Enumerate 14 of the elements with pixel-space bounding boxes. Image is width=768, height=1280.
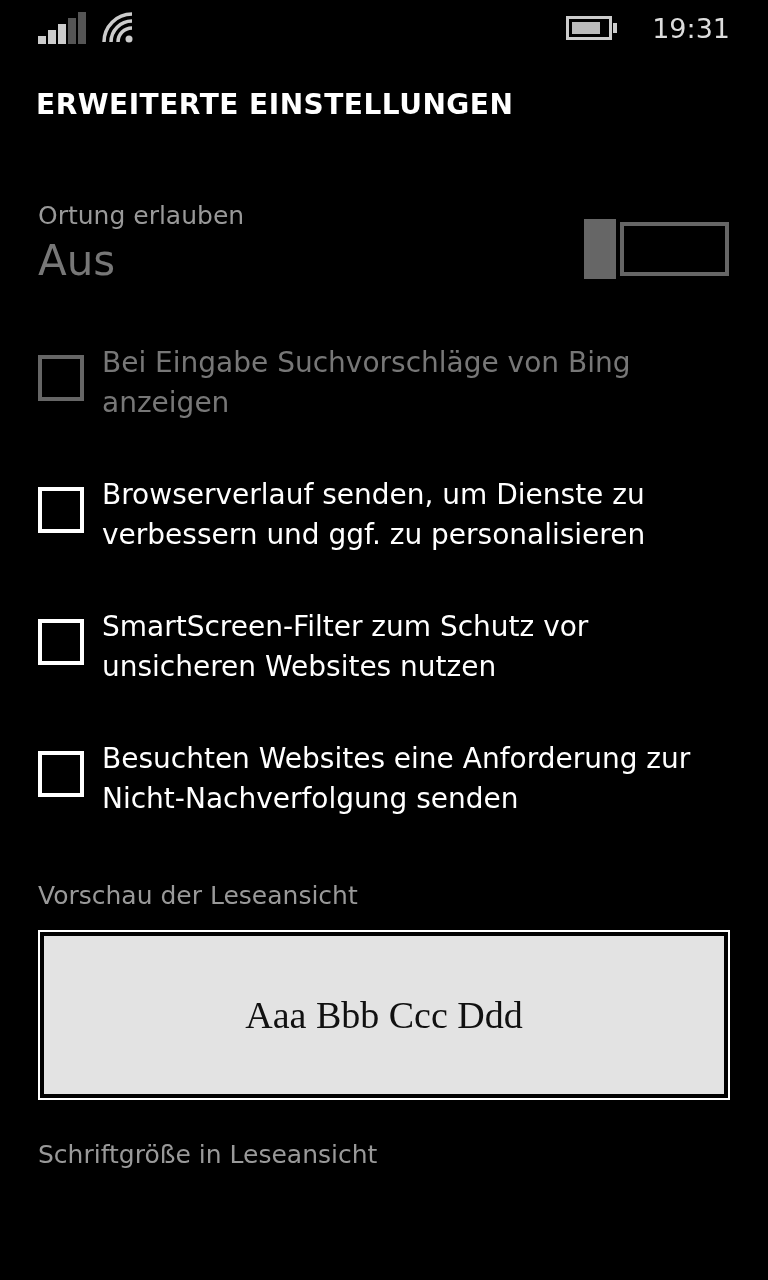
section-label: Schriftgröße in Leseansicht: [38, 1140, 378, 1169]
checkbox-label: Bei Eingabe Suchvorschläge von Bing anzeigen: [102, 345, 632, 421]
page-title: ERWEITERTE EINSTELLUNGEN: [36, 88, 515, 121]
checkbox-label: Besuchten Websites eine Anforderung zur Nicht-Nachverfolgung senden: [102, 741, 692, 817]
signal-icon: [38, 12, 88, 44]
wifi-icon: [102, 12, 134, 44]
checkbox-label: Browserverlauf senden, um Dienste zu verbessern und ggf. zu personalisieren: [102, 477, 647, 553]
preview-sample-text: Aaa Bbb Ccc Ddd: [245, 993, 523, 1037]
section-label: Vorschau der Leseansicht: [38, 881, 358, 910]
clock-time: 19:31: [652, 12, 730, 44]
toggle-state: Aus: [38, 236, 116, 285]
checkbox-label: SmartScreen-Filter zum Schutz vor unsicheren Websites nutzen: [102, 609, 590, 685]
setting-label: Ortung erlauben: [38, 201, 245, 230]
battery-icon: [566, 16, 619, 40]
